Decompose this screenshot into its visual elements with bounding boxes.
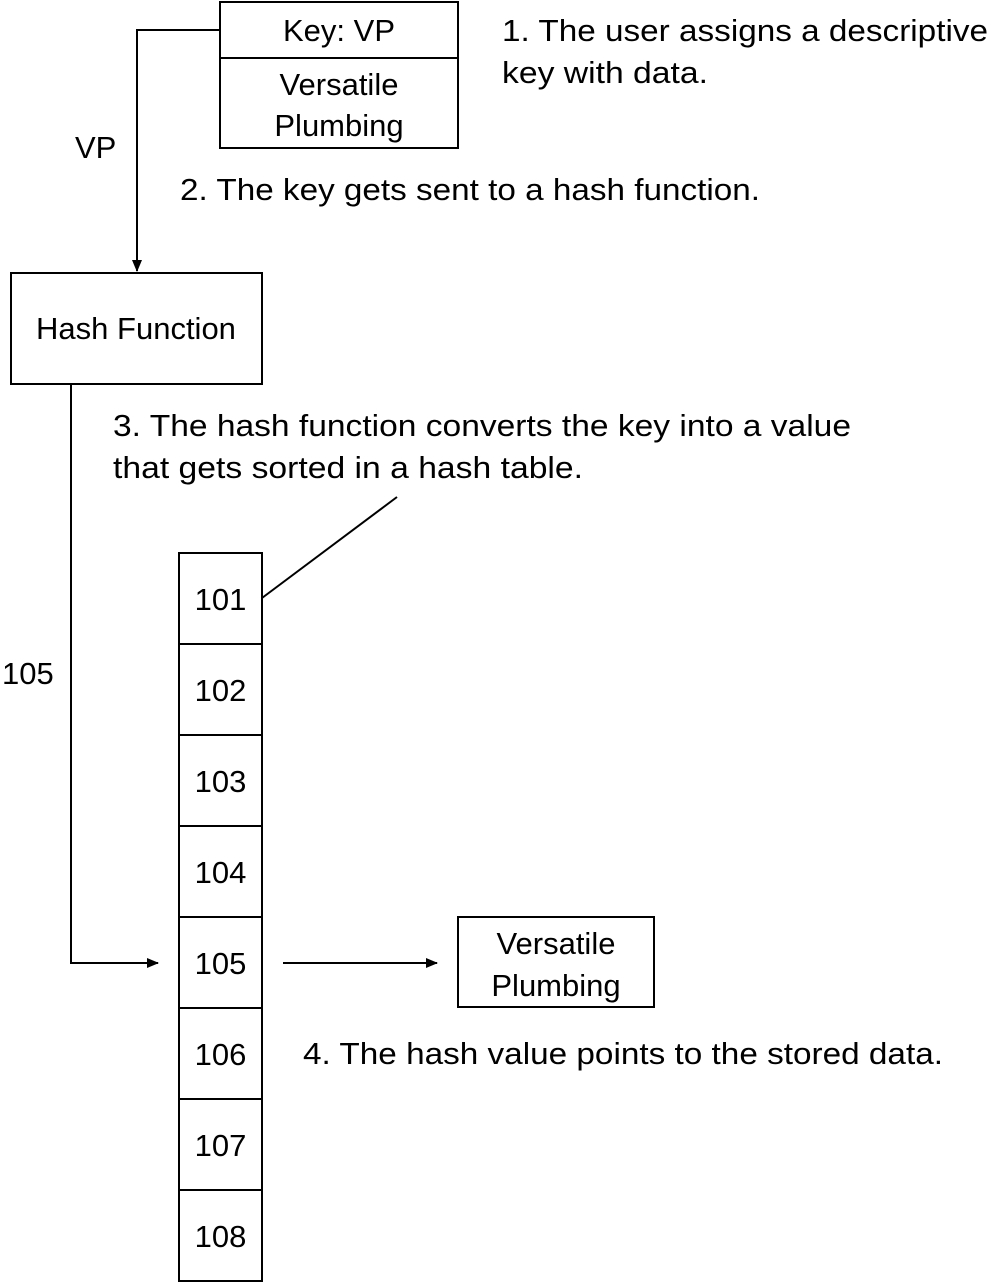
hash-to-table-label: 105 bbox=[2, 656, 54, 691]
stored-data-line1: Versatile bbox=[497, 926, 616, 961]
hash-table-slot: 108 bbox=[178, 1189, 263, 1282]
key-to-hash-arrow bbox=[132, 29, 220, 272]
hash-table-slot: 102 bbox=[178, 643, 263, 736]
slot-label: 108 bbox=[195, 1219, 247, 1254]
step1-line2: key with data. bbox=[502, 55, 708, 90]
step3-text: 3. The hash function converts the key in… bbox=[113, 408, 851, 485]
slot-label: 104 bbox=[195, 855, 247, 890]
slot-label: 101 bbox=[195, 582, 247, 617]
hash-table-slot: 104 bbox=[178, 825, 263, 918]
key-data-line2: Plumbing bbox=[274, 108, 403, 143]
slot-label: 102 bbox=[195, 673, 247, 708]
slot-label: 105 bbox=[195, 946, 247, 981]
hash-table-slot: 101 bbox=[178, 552, 263, 645]
step1-line1: 1. The user assigns a descriptive bbox=[502, 13, 988, 48]
hash-table-slot: 103 bbox=[178, 734, 263, 827]
step4-text: 4. The hash value points to the stored d… bbox=[303, 1036, 943, 1071]
hash-table: 101 102 103 104 105 106 107 108 bbox=[178, 552, 263, 1282]
stored-data-line2: Plumbing bbox=[491, 968, 620, 1003]
step2-text: 2. The key gets sent to a hash function. bbox=[180, 172, 760, 207]
step3-line2: that gets sorted in a hash table. bbox=[113, 450, 583, 485]
stored-data-box: Versatile Plumbing bbox=[457, 916, 655, 1008]
hash-table-slot: 105 bbox=[178, 916, 263, 1009]
hash-table-slot: 107 bbox=[178, 1098, 263, 1191]
slot-label: 107 bbox=[195, 1128, 247, 1163]
slot-label: 103 bbox=[195, 764, 247, 799]
key-data-line1: Versatile bbox=[280, 67, 399, 102]
key-label: Key: VP bbox=[283, 13, 395, 48]
callout-line bbox=[261, 496, 398, 599]
key-box: Key: VP Versatile Plumbing bbox=[219, 1, 459, 149]
step3-line1: 3. The hash function converts the key in… bbox=[113, 408, 851, 443]
step1-text: 1. The user assigns a descriptive key wi… bbox=[502, 13, 988, 90]
hash-table-slot: 106 bbox=[178, 1007, 263, 1100]
hash-function-label: Hash Function bbox=[36, 311, 236, 346]
hash-function-box: Hash Function bbox=[10, 272, 263, 385]
key-to-hash-label: VP bbox=[75, 130, 116, 165]
slot-label: 106 bbox=[195, 1037, 247, 1072]
hash-diagram: Key: VP Versatile Plumbing VP Hash Funct… bbox=[2, 1, 988, 1282]
